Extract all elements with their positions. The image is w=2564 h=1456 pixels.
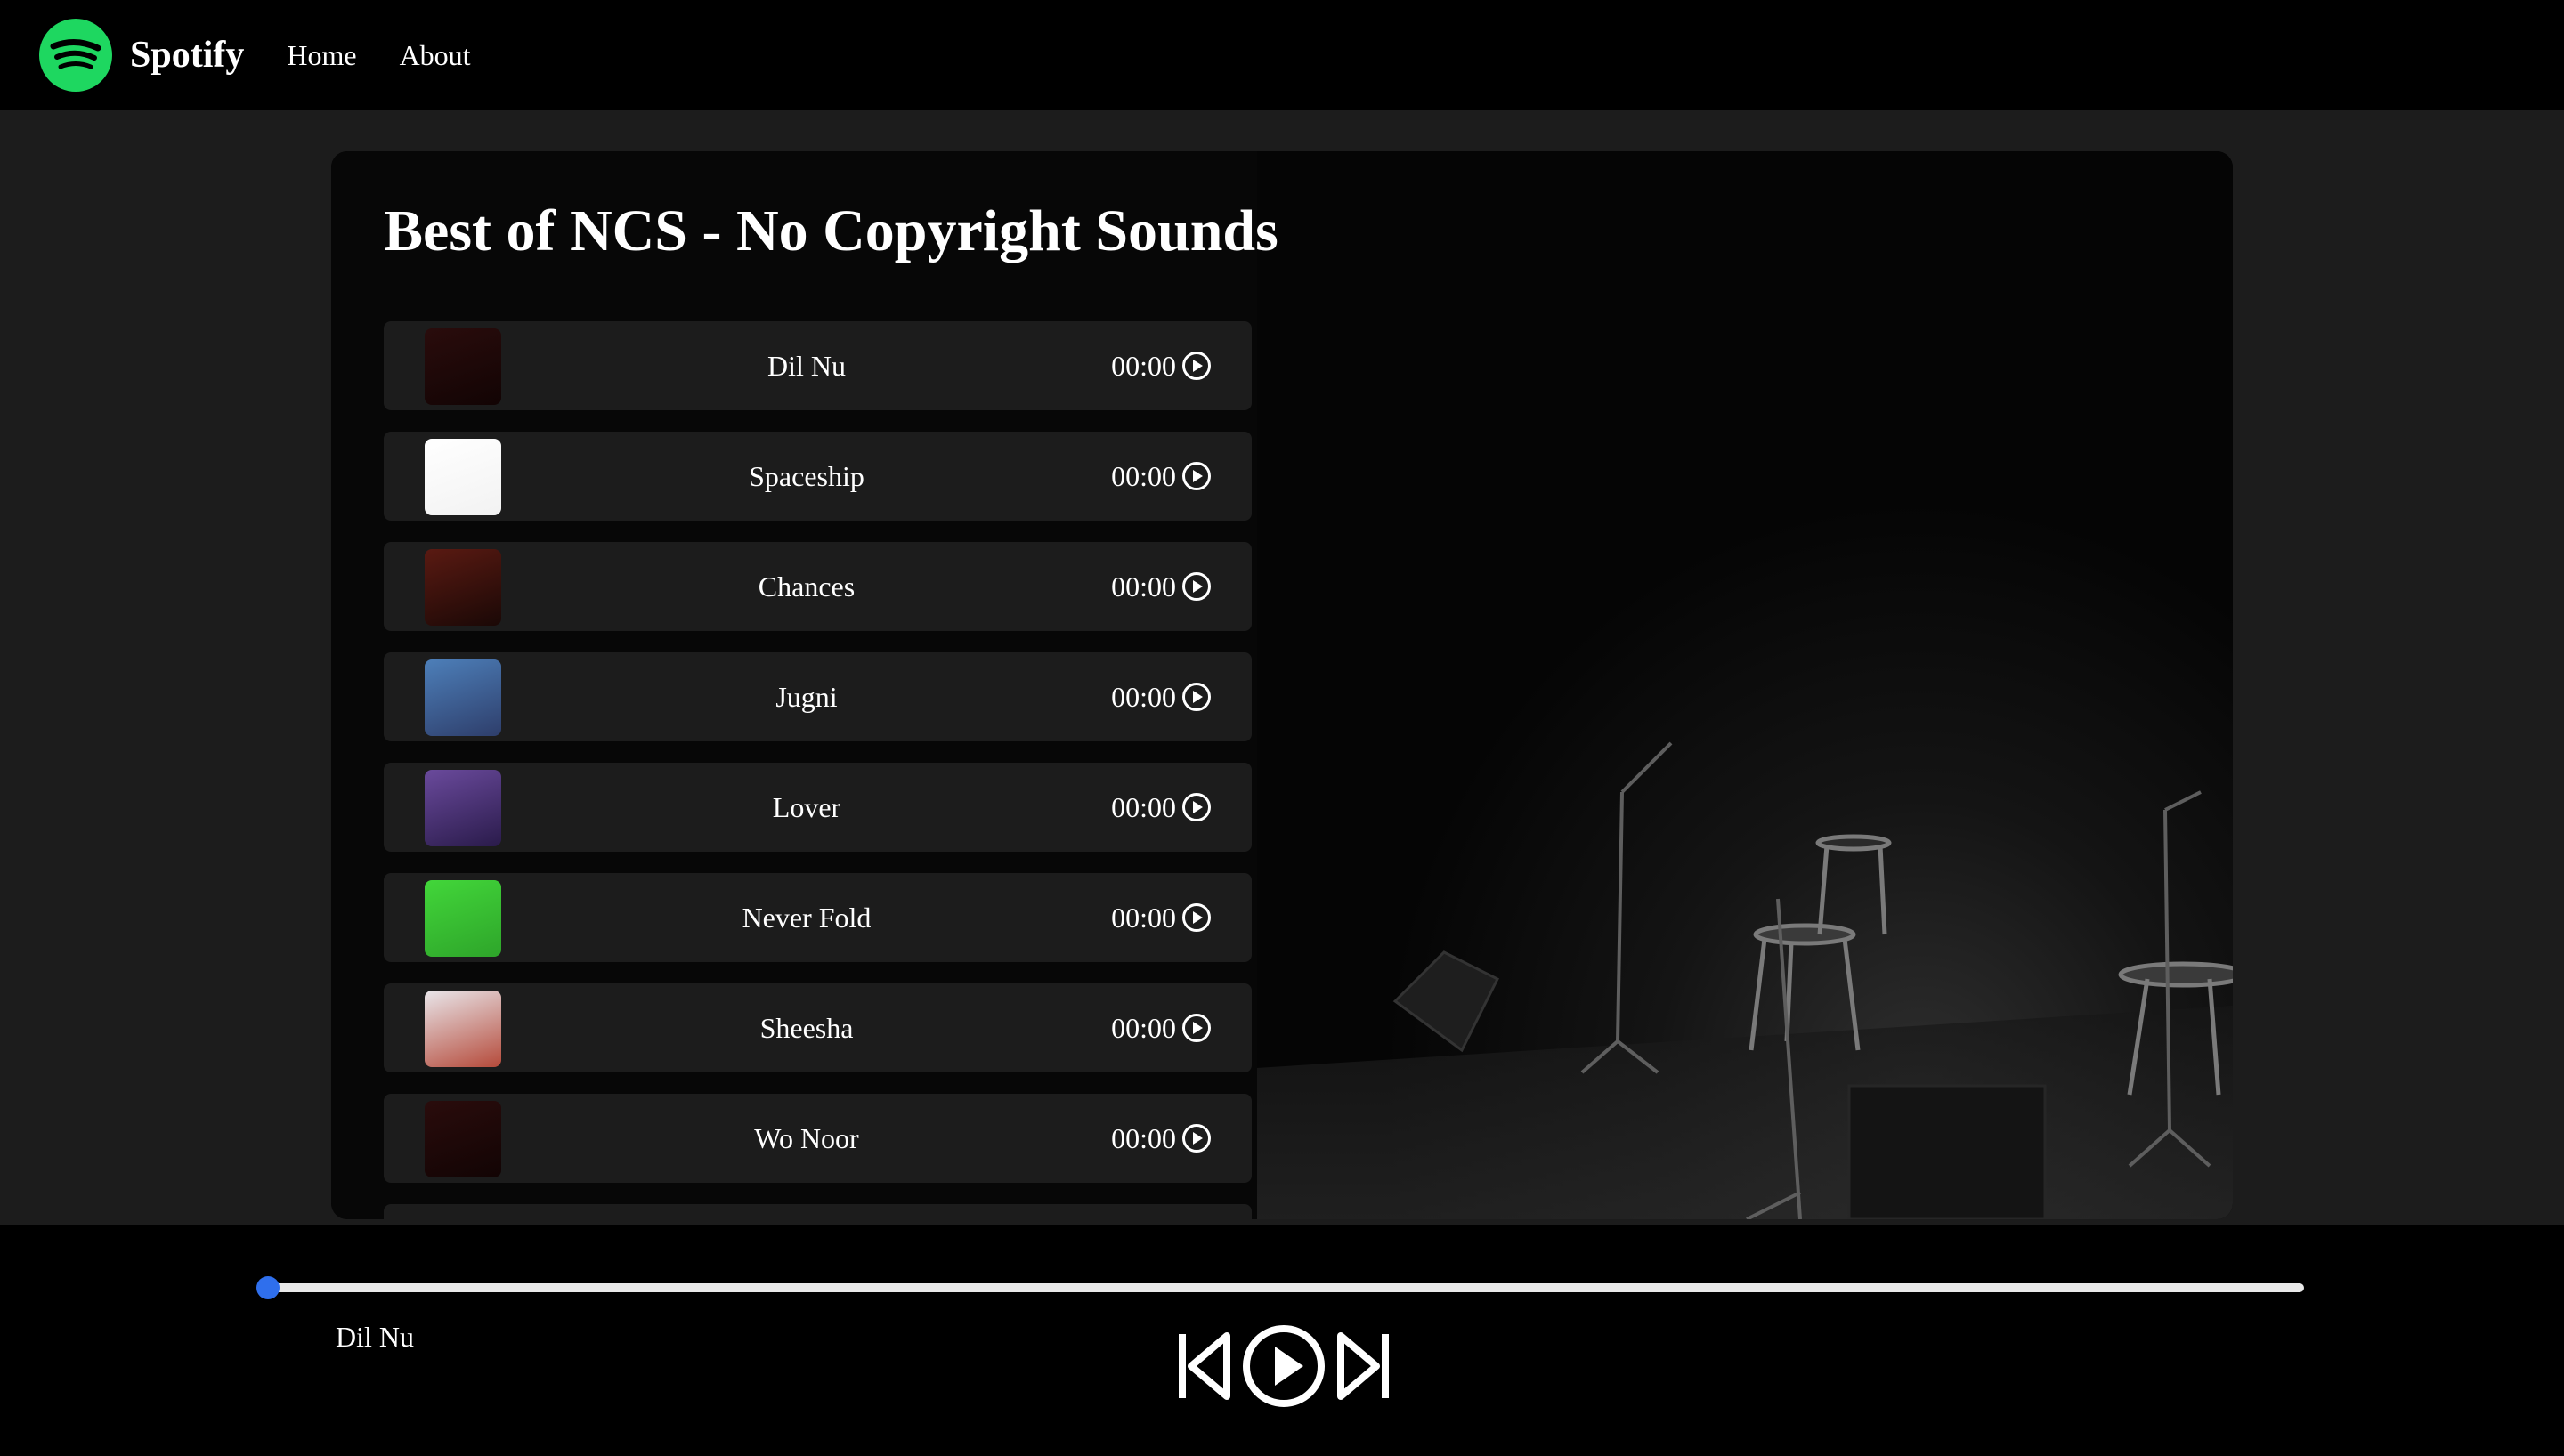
song-duration: 00:00: [1111, 321, 1212, 410]
song-time: 00:00: [1111, 1121, 1176, 1154]
play-circle-icon[interactable]: [1181, 682, 1212, 712]
song-time: 00:00: [1111, 570, 1176, 603]
song-list-panel: Best of NCS - No Copyright Sounds Dil Nu…: [384, 196, 1278, 1219]
nav-link-home[interactable]: Home: [287, 39, 356, 72]
song-duration: 00:00: [1111, 763, 1212, 852]
song-time: 00:00: [1111, 459, 1176, 492]
song-item[interactable]: Jugni 00:00: [384, 652, 1252, 742]
song-duration: 00:00: [1111, 432, 1212, 521]
play-circle-icon[interactable]: [1181, 461, 1212, 491]
progress-bar[interactable]: [256, 1276, 2308, 1299]
song-time: 00:00: [1111, 1011, 1176, 1044]
song-item[interactable]: Lover 00:00: [384, 763, 1252, 853]
playlist-title: Best of NCS - No Copyright Sounds: [384, 198, 1278, 263]
song-duration: 00:00: [1111, 873, 1212, 962]
play-icon[interactable]: [1241, 1323, 1327, 1409]
song-title: Dil Nu: [767, 349, 846, 382]
song-title: Never Fold: [742, 901, 872, 934]
song-title: Wo Noor: [754, 1121, 859, 1154]
play-circle-icon[interactable]: [1181, 902, 1212, 933]
song-duration: 00:00: [1111, 542, 1212, 631]
spotify-waves-icon: [50, 39, 101, 69]
current-song-name: Dil Nu: [336, 1321, 414, 1353]
play-circle-icon[interactable]: [1181, 1123, 1212, 1153]
song-item[interactable]: Wo Noor 00:00: [384, 1094, 1252, 1184]
song-title: Sheesha: [759, 1011, 854, 1044]
song-duration: 00:00: [1111, 983, 1212, 1072]
progress-thumb[interactable]: [256, 1276, 280, 1299]
top-navbar: Spotify Home About: [0, 0, 2564, 110]
song-item[interactable]: Sheesha 00:00: [384, 983, 1252, 1073]
song-item[interactable]: Chances 00:00: [384, 542, 1252, 632]
play-circle-icon[interactable]: [1181, 1013, 1212, 1043]
song-time: 00:00: [1111, 790, 1176, 823]
song-list: Dil Nu 00:00 Spaceship 00:00 Chances 00:…: [384, 321, 1252, 1219]
song-time: 00:00: [1111, 901, 1176, 934]
playback-controls: [1175, 1317, 1392, 1415]
song-title: Spaceship: [749, 459, 864, 492]
play-circle-icon[interactable]: [1181, 351, 1212, 381]
song-time: 00:00: [1111, 349, 1176, 382]
nav-link-about[interactable]: About: [400, 39, 471, 72]
play-circle-icon[interactable]: [1181, 571, 1212, 602]
play-circle-icon[interactable]: [1181, 792, 1212, 822]
song-item[interactable]: Never Fold 00:00: [384, 873, 1252, 963]
song-time: 00:00: [1111, 680, 1176, 713]
previous-track-icon[interactable]: [1175, 1331, 1232, 1402]
song-duration: 00:00: [1111, 652, 1212, 741]
song-item[interactable]: Spaceship 00:00: [384, 432, 1252, 522]
progress-track[interactable]: [265, 1283, 2304, 1292]
brand-name: Spotify: [130, 35, 245, 76]
song-duration: 00:00: [1111, 1094, 1212, 1183]
song-title: Lover: [772, 790, 841, 823]
song-title: Jugni: [775, 680, 838, 713]
song-item-partial[interactable]: [384, 1204, 1252, 1219]
song-title: Chances: [758, 570, 856, 603]
spotify-logo-icon[interactable]: [39, 19, 112, 92]
song-item[interactable]: Dil Nu 00:00: [384, 321, 1252, 411]
main-container: Best of NCS - No Copyright Sounds Dil Nu…: [331, 151, 2233, 1219]
next-track-icon[interactable]: [1335, 1331, 1392, 1402]
